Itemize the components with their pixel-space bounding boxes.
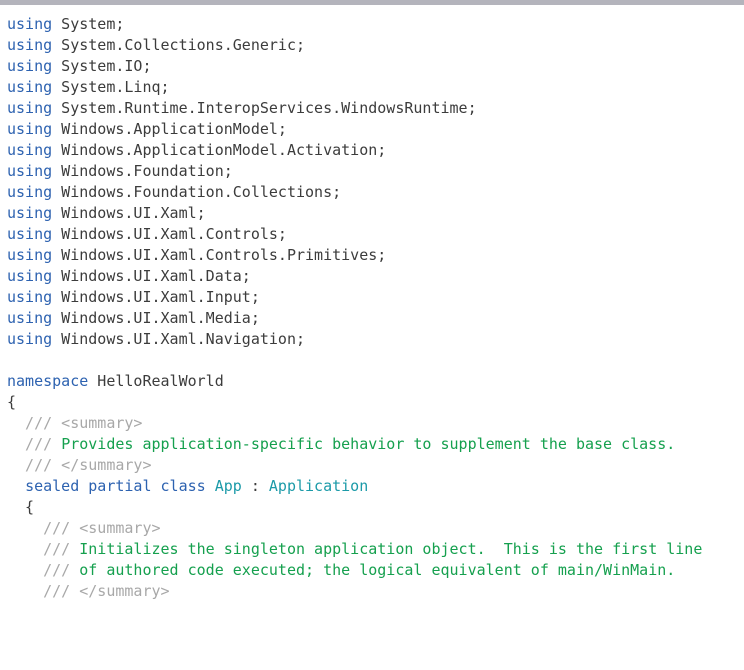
- code-token-kw: using: [7, 267, 53, 285]
- code-token-doctag: /// <summary>: [7, 519, 161, 537]
- code-line[interactable]: /// of authored code executed; the logic…: [0, 560, 744, 581]
- code-line[interactable]: using Windows.UI.Xaml.Input;: [0, 287, 744, 308]
- code-line[interactable]: /// </summary>: [0, 581, 744, 602]
- code-line[interactable]: {: [0, 392, 744, 413]
- code-line[interactable]: using Windows.UI.Xaml.Navigation;: [0, 329, 744, 350]
- code-line[interactable]: sealed partial class App : Application: [0, 476, 744, 497]
- code-token-kw: namespace: [7, 372, 89, 390]
- code-token-plain: Windows.ApplicationModel.Activation;: [52, 141, 387, 159]
- code-token-plain: System.Linq;: [52, 78, 170, 96]
- code-token-kw: using: [7, 15, 53, 33]
- code-token-plain: Windows.Foundation;: [52, 162, 233, 180]
- code-line[interactable]: using System.Collections.Generic;: [0, 35, 744, 56]
- code-line[interactable]: using Windows.UI.Xaml.Controls.Primitive…: [0, 245, 744, 266]
- code-line[interactable]: /// <summary>: [0, 413, 744, 434]
- code-token-kw: using: [7, 330, 53, 348]
- code-line[interactable]: using System;: [0, 14, 744, 35]
- code-line[interactable]: using System.IO;: [0, 56, 744, 77]
- code-token-type: App: [214, 477, 242, 495]
- code-line[interactable]: using Windows.Foundation.Collections;: [0, 182, 744, 203]
- code-token-plain: Windows.UI.Xaml.Data;: [52, 267, 251, 285]
- code-token-comment: of authored code executed; the logical e…: [79, 561, 676, 579]
- code-token-punct: :: [241, 477, 269, 495]
- code-line[interactable]: using Windows.Foundation;: [0, 161, 744, 182]
- code-line[interactable]: [0, 350, 744, 371]
- code-token-comment: Provides application-specific behavior t…: [61, 435, 676, 453]
- code-token-plain: System.IO;: [52, 57, 152, 75]
- code-token-plain: System;: [52, 15, 125, 33]
- code-token-plain: Windows.UI.Xaml.Navigation;: [52, 330, 306, 348]
- code-line[interactable]: /// </summary>: [0, 455, 744, 476]
- code-line[interactable]: /// Provides application-specific behavi…: [0, 434, 744, 455]
- code-line[interactable]: /// <summary>: [0, 518, 744, 539]
- code-line[interactable]: /// Initializes the singleton applicatio…: [0, 539, 744, 560]
- code-token-doctag: /// <summary>: [7, 414, 143, 432]
- code-token-kw: using: [7, 309, 53, 327]
- code-token-kw: using: [7, 225, 53, 243]
- code-editor-surface[interactable]: using System; using System.Collections.Ge…: [0, 5, 744, 670]
- code-line[interactable]: using System.Linq;: [0, 77, 744, 98]
- code-token-plain: Windows.UI.Xaml.Controls.Primitives;: [52, 246, 387, 264]
- code-token-doctag: /// </summary>: [7, 456, 152, 474]
- code-line[interactable]: {: [0, 497, 744, 518]
- code-line[interactable]: using System.Runtime.InteropServices.Win…: [0, 98, 744, 119]
- code-token-doctag: ///: [7, 561, 80, 579]
- code-token-kw: using: [7, 57, 53, 75]
- code-line[interactable]: using Windows.ApplicationModel.Activatio…: [0, 140, 744, 161]
- code-token-plain: Windows.UI.Xaml.Input;: [52, 288, 260, 306]
- code-line[interactable]: using Windows.UI.Xaml.Data;: [0, 266, 744, 287]
- code-token-kw: using: [7, 78, 53, 96]
- code-line[interactable]: using Windows.ApplicationModel;: [0, 119, 744, 140]
- code-token-kw: using: [7, 36, 53, 54]
- code-token-kw: using: [7, 288, 53, 306]
- code-token-plain: System.Collections.Generic;: [52, 36, 306, 54]
- code-token-comment: Initializes the singleton application ob…: [79, 540, 703, 558]
- code-token-kw: using: [7, 183, 53, 201]
- code-token-plain: Windows.ApplicationModel;: [52, 120, 287, 138]
- code-token-plain: HelloRealWorld: [88, 372, 224, 390]
- code-token-kw: using: [7, 246, 53, 264]
- code-token-punct: {: [7, 498, 35, 516]
- code-token-plain: System.Runtime.InteropServices.WindowsRu…: [52, 99, 477, 117]
- code-line[interactable]: namespace HelloRealWorld: [0, 371, 744, 392]
- code-token-kw: using: [7, 99, 53, 117]
- code-token-kw: using: [7, 141, 53, 159]
- code-token-doctag: ///: [7, 540, 80, 558]
- code-token-plain: Windows.UI.Xaml;: [52, 204, 206, 222]
- code-token-kw: sealed partial class: [25, 477, 206, 495]
- code-token-plain: Windows.UI.Xaml.Media;: [52, 309, 260, 327]
- code-token-kw: using: [7, 204, 53, 222]
- code-token-kw: using: [7, 162, 53, 180]
- code-line[interactable]: using Windows.UI.Xaml;: [0, 203, 744, 224]
- code-token-plain: Windows.UI.Xaml.Controls;: [52, 225, 287, 243]
- code-token-punct: {: [7, 393, 17, 411]
- code-line[interactable]: using Windows.UI.Xaml.Controls;: [0, 224, 744, 245]
- code-token-type: Application: [268, 477, 369, 495]
- code-token-kw: using: [7, 120, 53, 138]
- code-token-doctag: ///: [7, 435, 62, 453]
- code-token-plain: Windows.Foundation.Collections;: [52, 183, 342, 201]
- code-line[interactable]: using Windows.UI.Xaml.Media;: [0, 308, 744, 329]
- code-token-doctag: /// </summary>: [7, 582, 170, 600]
